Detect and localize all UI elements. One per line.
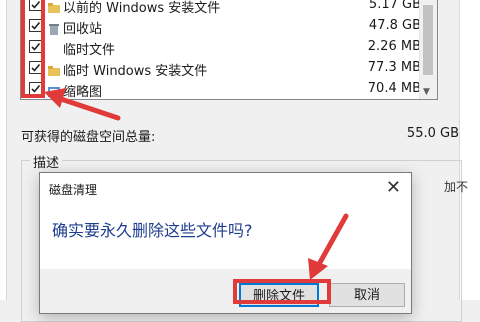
- file-name: 临时 Windows 安装文件: [63, 64, 208, 79]
- file-list[interactable]: 以前的 Windows 安装文件 5.17 GB 回收站 47.8 GB 临时文…: [20, 0, 438, 100]
- folder-icon: [48, 0, 60, 13]
- dialog-titlebar: 磁盘清理 ✕: [40, 173, 411, 203]
- description-text: 加不: [444, 180, 469, 194]
- file-name: 缩略图: [63, 85, 103, 100]
- scroll-down-arrow-icon[interactable]: ▼: [423, 87, 430, 97]
- file-name: 临时文件: [63, 43, 116, 58]
- checkbox-annotation-box: [21, 0, 45, 98]
- description-label: 描述: [30, 152, 63, 171]
- total-space-label: 可获得的磁盘空间总量:: [21, 130, 156, 145]
- recycle-bin-icon: [48, 20, 60, 35]
- thumbnail-icon: [48, 83, 60, 97]
- folder-icon: [48, 62, 60, 76]
- confirm-dialog: 磁盘清理 ✕ 确实要永久删除这些文件吗? 删除文件 取消: [39, 172, 412, 314]
- file-size: 77.3 MB: [367, 60, 421, 75]
- vertical-scrollbar[interactable]: ▼: [419, 0, 437, 99]
- dialog-message: 确实要永久删除这些文件吗?: [52, 221, 253, 240]
- file-size: 70.4 MB: [367, 81, 421, 96]
- file-size: 5.17 GB: [368, 0, 421, 12]
- file-row[interactable]: 以前的 Windows 安装文件 5.17 GB: [21, 0, 421, 16]
- delete-button-annotation-box: [233, 279, 331, 304]
- file-row[interactable]: 临时 Windows 安装文件 77.3 MB: [21, 58, 421, 79]
- file-row[interactable]: 回收站 47.8 GB: [21, 16, 421, 37]
- total-space-value: 55.0 GB: [406, 126, 459, 141]
- dialog-title: 磁盘清理: [49, 183, 98, 197]
- file-name: 回收站: [63, 22, 103, 37]
- close-icon[interactable]: ✕: [386, 177, 401, 198]
- window-frame-right: [459, 0, 480, 300]
- window-frame-left: [0, 0, 7, 300]
- file-size: 2.26 MB: [367, 39, 421, 54]
- file-name: 以前的 Windows 安装文件: [63, 1, 221, 16]
- file-row[interactable]: 缩略图 70.4 MB: [21, 79, 421, 100]
- cancel-button[interactable]: 取消: [329, 283, 405, 307]
- file-row[interactable]: 临时文件 2.26 MB: [21, 37, 421, 58]
- scrollbar-thumb[interactable]: [423, 5, 433, 75]
- file-size: 47.8 GB: [368, 18, 421, 33]
- dialog-body: 确实要永久删除这些文件吗?: [40, 203, 411, 269]
